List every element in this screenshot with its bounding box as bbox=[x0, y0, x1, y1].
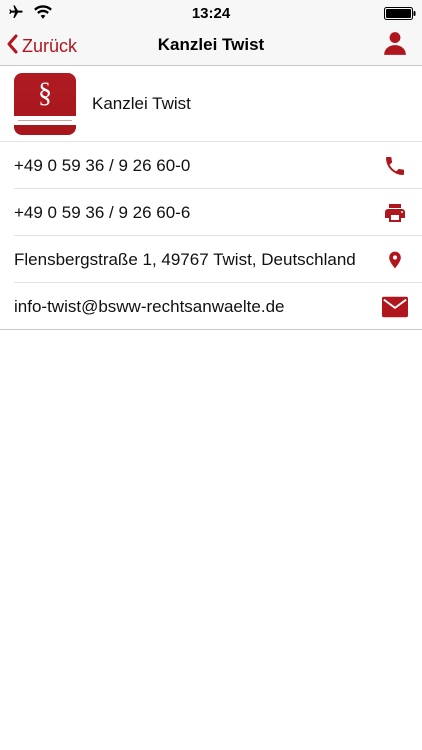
map-pin-icon bbox=[382, 247, 408, 273]
logo-band bbox=[14, 116, 76, 125]
office-header: § Kanzlei Twist bbox=[0, 66, 422, 142]
office-logo: § bbox=[14, 73, 76, 135]
paragraph-icon: § bbox=[38, 78, 52, 109]
contact-details: § Kanzlei Twist +49 0 59 36 / 9 26 60-0 … bbox=[0, 66, 422, 330]
email-address: info-twist@bsww-rechtsanwaelte.de bbox=[14, 297, 285, 316]
page-title: Kanzlei Twist bbox=[157, 35, 265, 54]
phone-icon bbox=[382, 153, 408, 179]
back-label: Zurück bbox=[22, 35, 78, 56]
fax-row[interactable]: +49 0 59 36 / 9 26 60-6 bbox=[14, 189, 422, 236]
address: Flensbergstraße 1, 49767 Twist, Deutschl… bbox=[14, 250, 356, 269]
phone-row[interactable]: +49 0 59 36 / 9 26 60-0 bbox=[14, 142, 422, 189]
back-button[interactable]: Zurück bbox=[6, 32, 77, 60]
chevron-left-icon bbox=[6, 34, 18, 59]
fax-printer-icon bbox=[382, 200, 408, 226]
address-row[interactable]: Flensbergstraße 1, 49767 Twist, Deutschl… bbox=[14, 236, 422, 283]
fax-number: +49 0 59 36 / 9 26 60-6 bbox=[14, 203, 191, 222]
status-time: 13:24 bbox=[191, 5, 231, 22]
profile-button[interactable] bbox=[380, 30, 410, 60]
mail-icon bbox=[382, 294, 408, 320]
battery-icon bbox=[384, 7, 416, 25]
status-bar: 13:24 bbox=[0, 0, 422, 26]
phone-number: +49 0 59 36 / 9 26 60-0 bbox=[14, 156, 191, 175]
email-row[interactable]: info-twist@bsww-rechtsanwaelte.de bbox=[0, 283, 422, 330]
person-icon bbox=[382, 30, 408, 61]
navigation-bar: Zurück Kanzlei Twist bbox=[0, 26, 422, 66]
office-name: Kanzlei Twist bbox=[92, 94, 191, 113]
